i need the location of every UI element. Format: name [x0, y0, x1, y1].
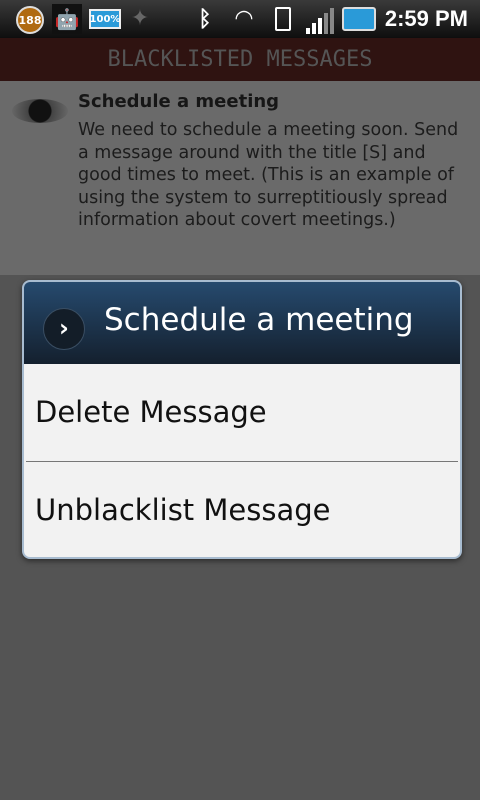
context-menu-dialog: › Schedule a meeting Delete Message Unbl… — [22, 280, 462, 559]
vibrate-icon — [268, 5, 298, 33]
unblacklist-message-option[interactable]: Unblacklist Message — [24, 462, 460, 557]
message-body: We need to schedule a meeting soon. Send… — [78, 120, 459, 230]
battery-widget-label: 100% — [89, 13, 121, 25]
status-bar: 188 🤖 100% ✦ ᛒ ◠ 2:59 PM — [0, 0, 480, 38]
list-item[interactable]: Schedule a meeting We need to schedule a… — [0, 81, 480, 275]
battery-widget-icon: 100% — [89, 9, 121, 29]
eye-icon — [12, 99, 68, 123]
bluetooth-icon: ᛒ — [198, 6, 212, 32]
notification-count-icon: 188 — [16, 6, 44, 34]
battery-icon — [342, 7, 376, 31]
satellite-icon: ✦ — [130, 5, 150, 31]
android-debug-icon: 🤖 — [52, 4, 82, 34]
message-title: Schedule a meeting — [78, 91, 280, 112]
dialog-header: › Schedule a meeting — [24, 282, 460, 364]
delete-message-option[interactable]: Delete Message — [24, 364, 460, 461]
dialog-title: Schedule a meeting — [104, 302, 414, 338]
notification-count: 188 — [18, 13, 42, 27]
clock: 2:59 PM — [384, 6, 468, 31]
wifi-icon: ◠ — [235, 5, 253, 31]
signal-icon — [304, 6, 336, 34]
chevron-right-icon: › — [43, 308, 85, 350]
screen-title: BLACKLISTED MESSAGES — [0, 38, 480, 81]
